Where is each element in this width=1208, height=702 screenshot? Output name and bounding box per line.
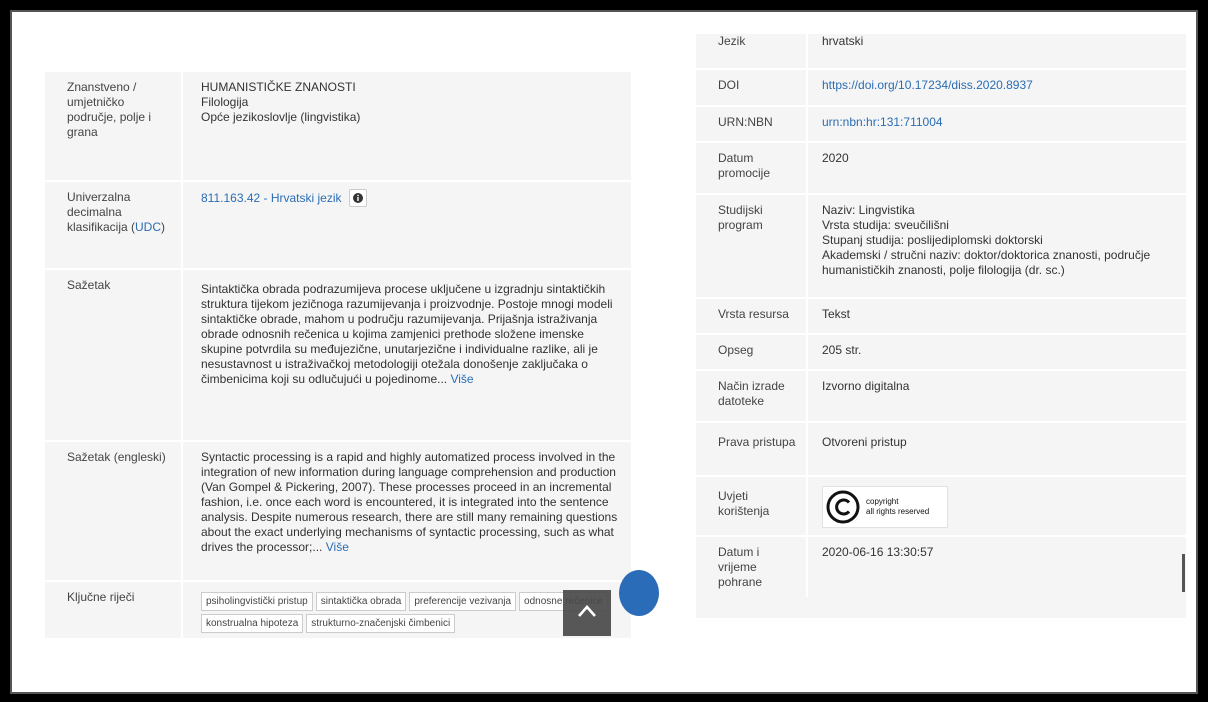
abstract-more-link[interactable]: Više [450, 372, 473, 386]
language-label: Jezik [718, 34, 746, 48]
keyword-tag[interactable]: strukturno-značenjski čimbenici [306, 614, 456, 633]
abstract-en-value: Syntactic processing is a rapid and high… [181, 442, 631, 580]
terms-of-use-label: Uvjeti korištenja [718, 489, 770, 518]
field-area: HUMANISTIČKE ZNANOSTI [201, 80, 356, 94]
keyword-tag[interactable]: preferencije vezivanja [409, 592, 517, 611]
row-abstract-en: Sažetak (engleski) Syntactic processing … [45, 442, 631, 582]
study-program-value: Naziv: Lingvistika Vrsta studija: sveuči… [806, 195, 1186, 297]
udc-value: 811.163.42 - Hrvatski jezik [181, 182, 631, 268]
row-access-rights: Prava pristupa Otvoreni pristup [696, 423, 1186, 477]
promotion-date-value: 2020 [806, 143, 1186, 193]
field-value: HUMANISTIČKE ZNANOSTI Filologija Opće je… [181, 72, 631, 180]
abstract-en-label: Sažetak (engleski) [67, 450, 166, 464]
abstract-label: Sažetak [67, 278, 111, 292]
copyright-icon [826, 490, 860, 524]
abstract-text: Sintaktička obrada podrazumijeva procese… [201, 282, 613, 386]
field-field: Filologija [201, 95, 249, 109]
row-extent: Opseg 205 str. [696, 335, 1186, 371]
row-promotion-date: Datum promocije 2020 [696, 143, 1186, 195]
row-file-creation: Način izrade datoteke Izvorno digitalna [696, 371, 1186, 423]
extent-label: Opseg [718, 343, 754, 357]
info-icon [352, 193, 363, 203]
urn-label: URN:NBN [718, 115, 773, 129]
udc-link[interactable]: UDC [135, 220, 161, 234]
abstract-en-more-link[interactable]: Više [326, 540, 349, 554]
metadata-table-right: Jezik hrvatski DOI https://doi.org/10.17… [696, 34, 1186, 618]
info-button[interactable] [348, 189, 367, 207]
field-branch: Opće jezikoslovlje (lingvistika) [201, 110, 361, 124]
udc-class-link[interactable]: 811.163.42 - Hrvatski jezik [201, 191, 342, 205]
page-frame: Znanstveno / umjetničko područje, polje … [10, 10, 1198, 694]
row-keywords: Ključne riječi psiholingvistički pristup… [45, 582, 631, 638]
metadata-table-left: Znanstveno / umjetničko područje, polje … [45, 72, 631, 638]
study-program-label: Studijski program [718, 203, 763, 232]
scroll-top-button[interactable] [563, 590, 611, 636]
field-label: Znanstveno / umjetničko područje, polje … [67, 80, 152, 139]
row-language: Jezik hrvatski [696, 34, 1186, 70]
row-doi: DOI https://doi.org/10.17234/diss.2020.8… [696, 70, 1186, 107]
access-rights-value: Otvoreni pristup [806, 423, 1186, 475]
abstract-value: Sintaktička obrada podrazumijeva procese… [181, 270, 631, 440]
row-terms-of-use: Uvjeti korištenja copyright all rights r… [696, 477, 1186, 537]
udc-label: Univerzalna decimalna klasifikacija (UDC… [67, 190, 166, 234]
row-field: Znanstveno / umjetničko područje, polje … [45, 72, 631, 182]
keyword-tag[interactable]: psiholingvistički pristup [201, 592, 313, 611]
file-creation-value: Izvorno digitalna [806, 371, 1186, 421]
extent-value: 205 str. [806, 335, 1186, 369]
keyword-tag[interactable]: konstrualna hipoteza [201, 614, 304, 633]
doi-label: DOI [718, 78, 740, 92]
row-abstract: Sažetak Sintaktička obrada podrazumijeva… [45, 270, 631, 442]
row-resource-type: Vrsta resursa Tekst [696, 299, 1186, 335]
side-widget-button[interactable] [619, 570, 659, 616]
keyword-tag[interactable]: sintaktička obrada [315, 592, 407, 611]
row-urn: URN:NBN urn:nbn:hr:131:711004 [696, 107, 1186, 143]
copyright-badge[interactable]: copyright all rights reserved [822, 486, 948, 528]
keywords-label: Ključne riječi [67, 590, 135, 604]
resource-type-value: Tekst [806, 299, 1186, 333]
doi-link[interactable]: https://doi.org/10.17234/diss.2020.8937 [822, 78, 1033, 92]
storage-date-value: 2020-06-16 13:30:57 [806, 537, 1186, 597]
doi-value: https://doi.org/10.17234/diss.2020.8937 [806, 70, 1186, 105]
urn-link[interactable]: urn:nbn:hr:131:711004 [822, 115, 943, 129]
file-creation-label: Način izrade datoteke [718, 379, 785, 408]
copyright-badge-text: copyright all rights reserved [866, 497, 930, 516]
storage-date-label: Datum i vrijeme pohrane [718, 545, 763, 589]
terms-of-use-value: copyright all rights reserved [806, 477, 1186, 535]
urn-value: urn:nbn:hr:131:711004 [806, 107, 1186, 141]
row-study-program: Studijski program Naziv: Lingvistika Vrs… [696, 195, 1186, 299]
language-value: hrvatski [806, 34, 1186, 68]
row-udc: Univerzalna decimalna klasifikacija (UDC… [45, 182, 631, 270]
scrollbar-thumb[interactable] [1182, 554, 1185, 592]
access-rights-label: Prava pristupa [718, 435, 796, 449]
row-storage-date: Datum i vrijeme pohrane 2020-06-16 13:30… [696, 537, 1186, 597]
promotion-date-label: Datum promocije [718, 151, 771, 180]
abstract-en-text: Syntactic processing is a rapid and high… [201, 450, 618, 554]
resource-type-label: Vrsta resursa [718, 307, 789, 321]
chevron-up-icon [578, 605, 596, 617]
